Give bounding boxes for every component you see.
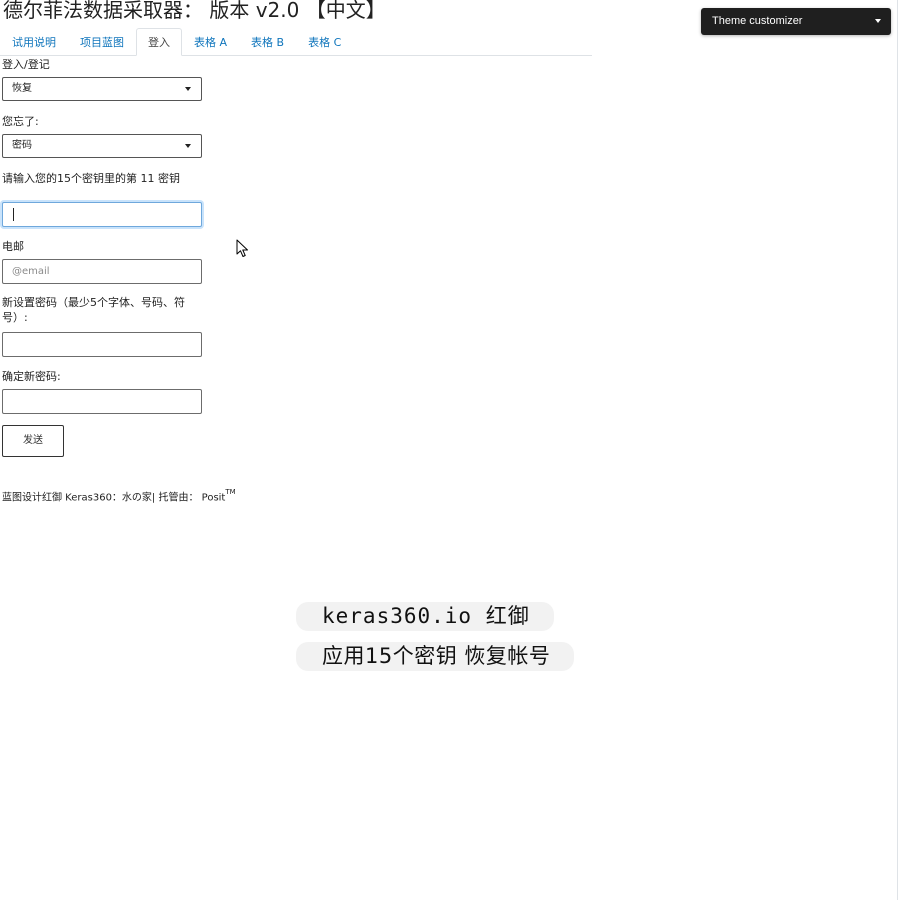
email-placeholder: @email <box>12 266 50 277</box>
forgot-item-value: 密码 <box>12 140 32 151</box>
caption-line-1: keras360.io 红御 <box>296 602 554 631</box>
new-password-label: 新设置密码（最少5个字体、号码、符号）: <box>2 296 185 324</box>
app-title: 德尔菲法数据采取器： 版本 v2.0 【中文】 <box>3 0 386 22</box>
mouse-pointer-icon <box>236 239 248 257</box>
confirm-password-field[interactable] <box>2 389 202 414</box>
send-button[interactable]: 发送 <box>2 425 64 457</box>
email-field[interactable]: @email <box>2 259 202 284</box>
key-prompt-label: 请输入您的15个密钥里的第 11 密钥 <box>2 172 180 185</box>
forgot-label: 您忘了: <box>2 115 39 128</box>
tab-project-blueprint[interactable]: 项目蓝图 <box>68 28 136 55</box>
email-label: 电邮 <box>2 240 24 253</box>
footer: 蓝图设计红御 Keras360：水の家| 托管由： PositTM <box>2 487 236 505</box>
page: 德尔菲法数据采取器： 版本 v2.0 【中文】 试用说明 项目蓝图 登入 表格 … <box>0 0 898 900</box>
tab-form-b[interactable]: 表格 B <box>239 28 296 55</box>
theme-customizer-button[interactable]: Theme customizer <box>701 8 891 35</box>
tab-form-c[interactable]: 表格 C <box>296 28 353 55</box>
video-caption: keras360.io 红御 应用15个密钥 恢复帐号 <box>296 602 626 671</box>
login-mode-value: 恢复 <box>12 83 32 94</box>
footer-text: 蓝图设计红御 Keras360：水の家| 托管由： Posit <box>2 492 226 504</box>
trademark-mark: TM <box>225 488 236 496</box>
confirm-password-label: 确定新密码: <box>2 370 61 383</box>
caption-line-2: 应用15个密钥 恢复帐号 <box>296 642 575 671</box>
chevron-down-icon <box>185 144 191 148</box>
tab-instructions[interactable]: 试用说明 <box>0 28 68 55</box>
tab-form-a[interactable]: 表格 A <box>182 28 239 55</box>
tab-login[interactable]: 登入 <box>136 28 182 56</box>
text-cursor <box>13 208 14 221</box>
login-mode-select[interactable]: 恢复 <box>2 77 202 101</box>
forgot-item-select[interactable]: 密码 <box>2 134 202 158</box>
key-input[interactable] <box>2 202 202 227</box>
login-register-label: 登入/登记 <box>2 58 50 71</box>
theme-customizer-label: Theme customizer <box>712 15 803 27</box>
chevron-down-icon <box>875 19 881 23</box>
chevron-down-icon <box>185 87 191 91</box>
new-password-field[interactable] <box>2 332 202 357</box>
tab-bar: 试用说明 项目蓝图 登入 表格 A 表格 B 表格 C <box>0 28 592 56</box>
